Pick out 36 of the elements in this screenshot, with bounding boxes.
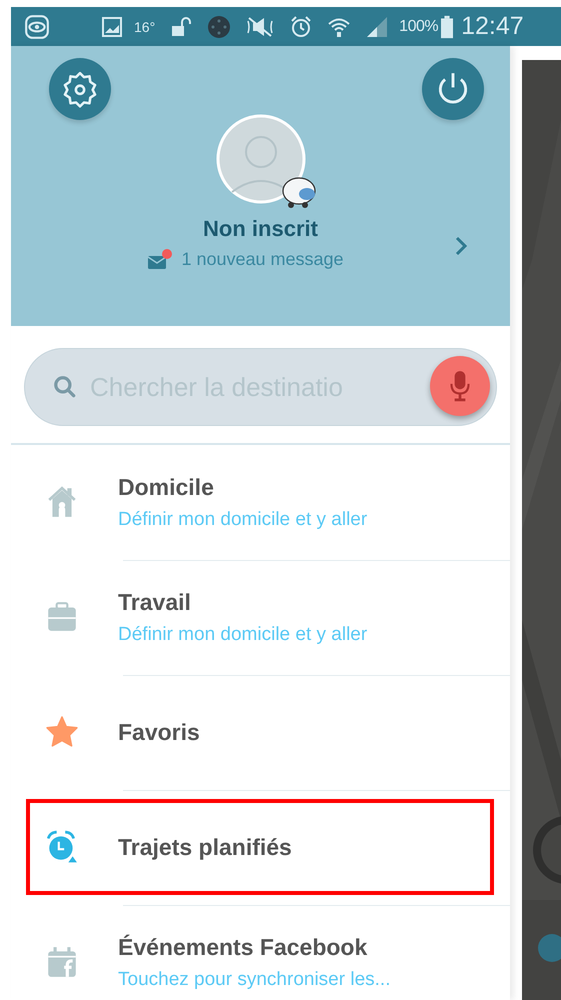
calendar-icon bbox=[45, 945, 79, 979]
settings-button[interactable] bbox=[49, 58, 111, 120]
microphone-button[interactable] bbox=[430, 356, 490, 416]
menu-item-subtitle: Définir mon domicile et y aller bbox=[118, 624, 368, 646]
alarm-clock-icon bbox=[45, 830, 79, 864]
menu-item-title: Favoris bbox=[118, 718, 200, 746]
briefcase-icon bbox=[45, 600, 79, 634]
signal-icon bbox=[365, 14, 390, 38]
clock-text: 12:47 bbox=[461, 12, 524, 41]
dial-icon bbox=[207, 14, 232, 38]
user-name: Non inscrit bbox=[203, 216, 318, 242]
unlock-icon bbox=[169, 14, 194, 38]
avatar-icon bbox=[216, 114, 306, 204]
settings-icon bbox=[61, 70, 99, 108]
star-icon bbox=[45, 715, 79, 749]
menu-item-title: Événements Facebook bbox=[118, 934, 368, 960]
battery-icon bbox=[441, 14, 454, 38]
mute-icon bbox=[245, 14, 276, 38]
menu-item[interactable]: Événements Facebook Touchez pour synchroniser les... bbox=[11, 905, 510, 1000]
menu-item-title: Trajets planifiés bbox=[118, 834, 292, 860]
chevron-right-icon[interactable] bbox=[455, 236, 467, 256]
search-icon bbox=[52, 374, 78, 400]
power-button[interactable] bbox=[422, 58, 484, 120]
menu-item-title: Domicile bbox=[118, 474, 215, 500]
menu-item[interactable]: Trajets planifiés bbox=[11, 790, 510, 905]
temperature-text: 16° bbox=[134, 18, 156, 34]
menu-item-title: Travail bbox=[118, 588, 192, 616]
image-icon bbox=[100, 14, 124, 38]
alarm-icon bbox=[289, 14, 314, 38]
menu-item[interactable]: Travail Définir mon domicile et y aller bbox=[11, 560, 510, 675]
battery-percent-text: 100% bbox=[399, 18, 438, 36]
menu-item-subtitle: Touchez pour synchroniser les... bbox=[118, 968, 390, 990]
menu-item[interactable]: Domicile Définir mon domicile et y aller bbox=[11, 445, 510, 560]
menu-item-subtitle: Définir mon domicile et y aller bbox=[118, 508, 368, 530]
menu-item[interactable]: Favoris bbox=[11, 675, 510, 790]
eye-icon bbox=[24, 14, 50, 40]
